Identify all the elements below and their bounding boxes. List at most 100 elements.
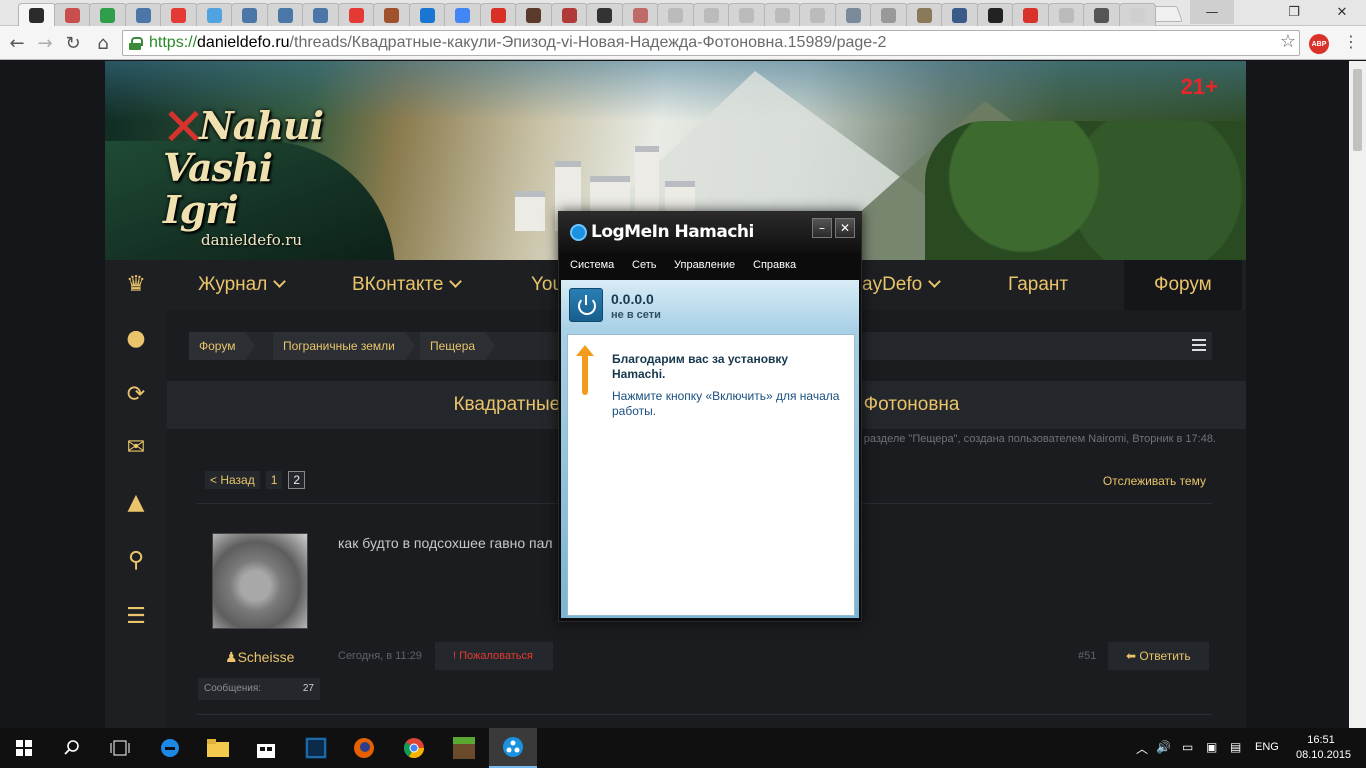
hamburger-menu-icon[interactable] [1192, 339, 1206, 351]
taskbar-edge[interactable] [146, 728, 194, 768]
browser-tab[interactable] [728, 3, 766, 26]
post-number[interactable]: #51 [1078, 650, 1096, 662]
address-bar[interactable]: https:// danieldefo.ru /threads/Квадратн… [122, 30, 1300, 56]
taskbar-photoshop[interactable] [292, 728, 340, 768]
browser-tab[interactable] [692, 3, 730, 26]
home-icon[interactable]: ⌂ [92, 32, 114, 54]
browser-tab-active[interactable] [18, 3, 56, 26]
window-minimize-button[interactable]: — [1190, 0, 1234, 24]
task-view-button[interactable] [96, 728, 144, 768]
browser-tab[interactable] [444, 3, 482, 26]
pagination-page-2[interactable]: 2 [288, 471, 306, 489]
browser-tab[interactable] [160, 3, 198, 26]
reload-icon[interactable]: ↻ [62, 32, 84, 54]
search-icon[interactable]: ⚲ [122, 547, 150, 575]
taskbar-explorer[interactable] [194, 728, 242, 768]
power-icon[interactable] [569, 288, 603, 322]
avatar[interactable] [212, 533, 308, 629]
browser-tab[interactable] [905, 3, 943, 26]
forward-arrow-icon[interactable]: → [34, 32, 56, 54]
taskbar-hamachi[interactable] [489, 728, 537, 768]
browser-tab[interactable] [479, 3, 517, 26]
bookmark-star-icon[interactable]: ☆ [1280, 31, 1296, 52]
volume-icon[interactable]: 🔊 [1156, 740, 1171, 754]
notifications-icon[interactable]: ▤ [1230, 740, 1241, 754]
browser-tab[interactable] [1118, 3, 1156, 26]
browser-tab[interactable] [550, 3, 588, 26]
scroll-thumb[interactable] [1353, 69, 1362, 151]
pagination-prev-button[interactable]: < Назад [205, 471, 260, 489]
taskbar-minecraft[interactable] [440, 728, 488, 768]
browser-menu-icon[interactable]: ⋮ [1343, 32, 1359, 51]
browser-tab[interactable] [124, 3, 162, 26]
breadcrumb-border-lands[interactable]: Пограничные земли [273, 332, 415, 360]
list-icon[interactable]: ☰ [122, 603, 150, 631]
clock[interactable]: 16:51 08.10.2015 [1296, 733, 1351, 763]
refresh-icon[interactable]: ⟳ [122, 381, 150, 409]
hamachi-menu-help[interactable]: Справка [753, 259, 796, 271]
browser-tab[interactable] [763, 3, 801, 26]
taskbar-store[interactable] [242, 728, 290, 768]
browser-tab[interactable] [266, 3, 304, 26]
messages-count: 27 [302, 683, 314, 694]
hamachi-minimize-button[interactable]: – [812, 218, 832, 238]
browser-tab[interactable] [408, 3, 446, 26]
browser-tab[interactable] [586, 3, 624, 26]
browser-tab[interactable] [195, 3, 233, 26]
mail-icon[interactable]: ✉ [122, 434, 150, 462]
browser-tab[interactable] [1047, 3, 1085, 26]
input-language[interactable]: ENG [1255, 741, 1279, 753]
search-button[interactable] [48, 728, 96, 768]
breadcrumb-cave[interactable]: Пещера [420, 332, 496, 360]
browser-tab[interactable] [621, 3, 659, 26]
browser-tab[interactable] [231, 3, 269, 26]
crown-icon[interactable]: ♛ [122, 271, 150, 299]
hamachi-menu-manage[interactable]: Управление [674, 259, 735, 271]
nav-item-guarantee[interactable]: Гарант [1008, 260, 1068, 310]
browser-tab[interactable] [834, 3, 872, 26]
browser-tab[interactable] [941, 3, 979, 26]
breadcrumb-forum[interactable]: Форум [189, 332, 256, 360]
adblock-extension-icon[interactable]: ABP [1309, 34, 1329, 54]
hamachi-close-button[interactable]: ✕ [835, 218, 855, 238]
page-scrollbar[interactable] [1349, 61, 1366, 728]
post-date[interactable]: Сегодня, в 11:29 [338, 650, 422, 662]
back-arrow-icon[interactable]: ← [6, 32, 28, 54]
browser-tab[interactable] [1083, 3, 1121, 26]
browser-tab[interactable] [302, 3, 340, 26]
browser-tab[interactable] [1012, 3, 1050, 26]
report-button[interactable]: ! Пожаловаться [435, 642, 553, 670]
hamachi-titlebar[interactable]: LogMeIn Hamachi – ✕ [559, 212, 861, 253]
browser-tab[interactable] [657, 3, 695, 26]
reply-button[interactable]: ⬅ Ответить [1108, 642, 1209, 670]
pagination-page-1[interactable]: 1 [265, 471, 283, 489]
browser-tab[interactable] [870, 3, 908, 26]
nav-item-daydefo[interactable]: ayDefo [862, 260, 942, 310]
browser-tab[interactable] [337, 3, 375, 26]
window-restore-button[interactable]: ❐ [1272, 0, 1316, 24]
browser-tab[interactable] [53, 3, 91, 26]
start-button[interactable] [0, 728, 48, 768]
nav-item-vkontakte[interactable]: ВКонтакте [352, 260, 463, 310]
post-username[interactable]: ♟Scheisse [225, 649, 294, 666]
hamachi-menu-system[interactable]: Система [570, 259, 614, 271]
tray-chevron-up-icon[interactable]: ︿ [1136, 740, 1148, 757]
site-logo[interactable]: Nahui Vashi Igri danieldefo.ru [163, 105, 333, 250]
nav-item-forum[interactable]: Форум [1124, 260, 1242, 310]
network-icon[interactable]: ▣ [1206, 740, 1217, 754]
watch-thread-link[interactable]: Отслеживать тему [1103, 474, 1206, 488]
tab-favicon-icon [561, 7, 577, 23]
bell-icon[interactable]: ▲ [122, 489, 150, 517]
browser-tab[interactable] [515, 3, 553, 26]
nav-item-journal[interactable]: Журнал [198, 260, 287, 310]
browser-tab[interactable] [799, 3, 837, 26]
browser-tab[interactable] [89, 3, 127, 26]
window-close-button[interactable]: ✕ [1320, 0, 1364, 24]
taskbar-firefox[interactable] [340, 728, 388, 768]
hamachi-menu-network[interactable]: Сеть [632, 259, 656, 271]
battery-icon[interactable]: ▭ [1182, 740, 1193, 754]
browser-tab[interactable] [373, 3, 411, 26]
browser-tab[interactable] [976, 3, 1014, 26]
user-icon[interactable]: ● [122, 325, 150, 353]
taskbar-chrome[interactable] [390, 728, 438, 768]
